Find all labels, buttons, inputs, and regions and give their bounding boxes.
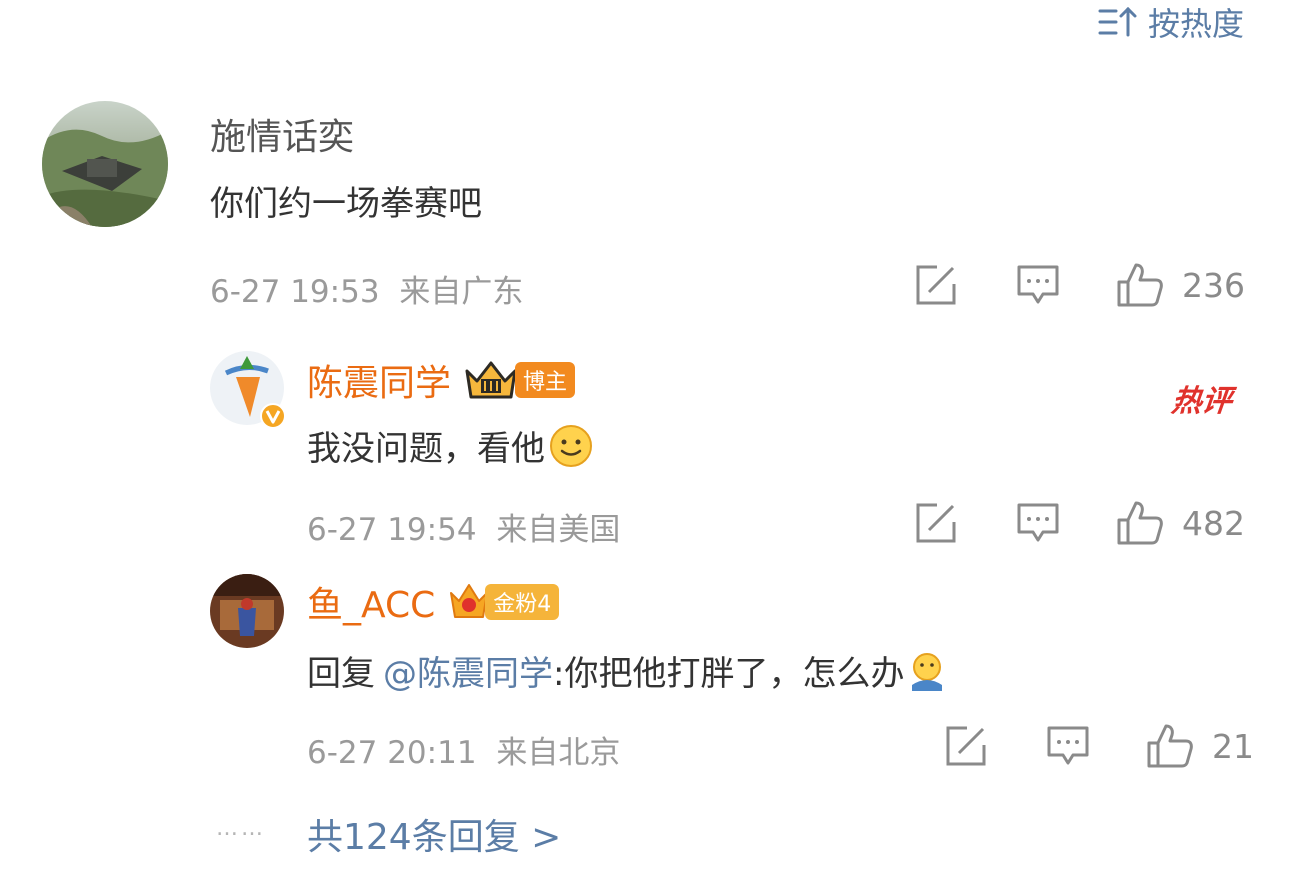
like-count: 21 [1212,726,1254,766]
avatar[interactable] [210,351,286,429]
reply-prefix: 回复 [307,654,375,694]
thumbs-up-icon [1147,724,1193,768]
like-button[interactable]: 236 [1116,262,1245,308]
like-count: 236 [1182,265,1245,305]
sort-by-hot-button[interactable]: 按热度 [1098,2,1244,43]
like-button[interactable]: 21 [1146,723,1254,769]
badge-label: 博主 [515,362,576,398]
comment-icon [1017,265,1059,304]
more-replies-dots: …… [216,816,266,841]
reply-author[interactable]: 陈震同学 [307,354,451,406]
comment-time: 6-27 19:53 [210,274,380,310]
verified-icon [260,403,286,429]
repost-button[interactable] [915,502,957,544]
emoji-icon [912,652,943,691]
comment-icon [1047,726,1089,765]
reply-meta: 6-27 20:11 来自北京 [307,727,620,772]
mention-link[interactable]: @陈震同学 [383,646,553,695]
reply-location: 来自美国 [496,512,621,548]
repost-icon [916,265,956,305]
reply-button[interactable] [1016,264,1060,306]
more-replies-link[interactable]: 共124条回复 > [307,808,561,860]
theater-avatar-image [210,574,284,648]
repost-button[interactable] [945,725,987,767]
reply-content: 回复 @陈震同学 :你把他打胖了，怎么办 [307,646,946,695]
reply-location: 来自北京 [496,735,621,771]
hot-comment-badge: 热评 [1169,384,1234,419]
like-count: 482 [1182,503,1245,543]
reply-button[interactable] [1016,502,1060,544]
like-button[interactable]: 482 [1116,500,1245,546]
sort-label: 按热度 [1147,5,1244,43]
reply-author-row: 陈震同学 博主 [307,354,576,406]
smile-emoji-icon [550,424,592,467]
reply-text: :你把他打胖了，怎么办 [553,654,905,694]
repost-button[interactable] [915,264,957,306]
thumbs-up-icon [1117,501,1163,545]
comment-location: 来自广东 [399,274,524,310]
reply-button[interactable] [1046,725,1090,767]
comment-text: 你们约一场拳赛吧 [210,184,482,224]
reply-author-row: 鱼_ACC 金粉4 [307,576,560,628]
comment-author[interactable]: 施情话奕 [210,108,354,160]
avatar[interactable] [210,574,284,648]
reply-author[interactable]: 鱼_ACC [307,576,435,628]
repost-icon [946,726,986,766]
reply-meta: 6-27 19:54 来自美国 [307,504,620,549]
reply-time: 6-27 19:54 [307,512,477,548]
repost-icon [916,503,956,543]
reply-content: 我没问题，看他 [307,421,593,470]
avatar[interactable] [42,101,168,227]
sort-icon [1098,6,1137,37]
comment-icon [1017,503,1059,542]
reply-time: 6-27 20:11 [307,735,477,771]
blogger-badge: 博主 [463,359,576,401]
badge-label: 金粉4 [485,584,560,620]
landscape-avatar-image [42,101,168,227]
fan-badge: 金粉4 [447,581,560,623]
crown-icon [465,361,517,399]
thumbs-up-icon [1117,263,1163,307]
comment-meta: 6-27 19:53 来自广东 [210,266,523,311]
reply-text: 我没问题，看他 [307,429,545,469]
